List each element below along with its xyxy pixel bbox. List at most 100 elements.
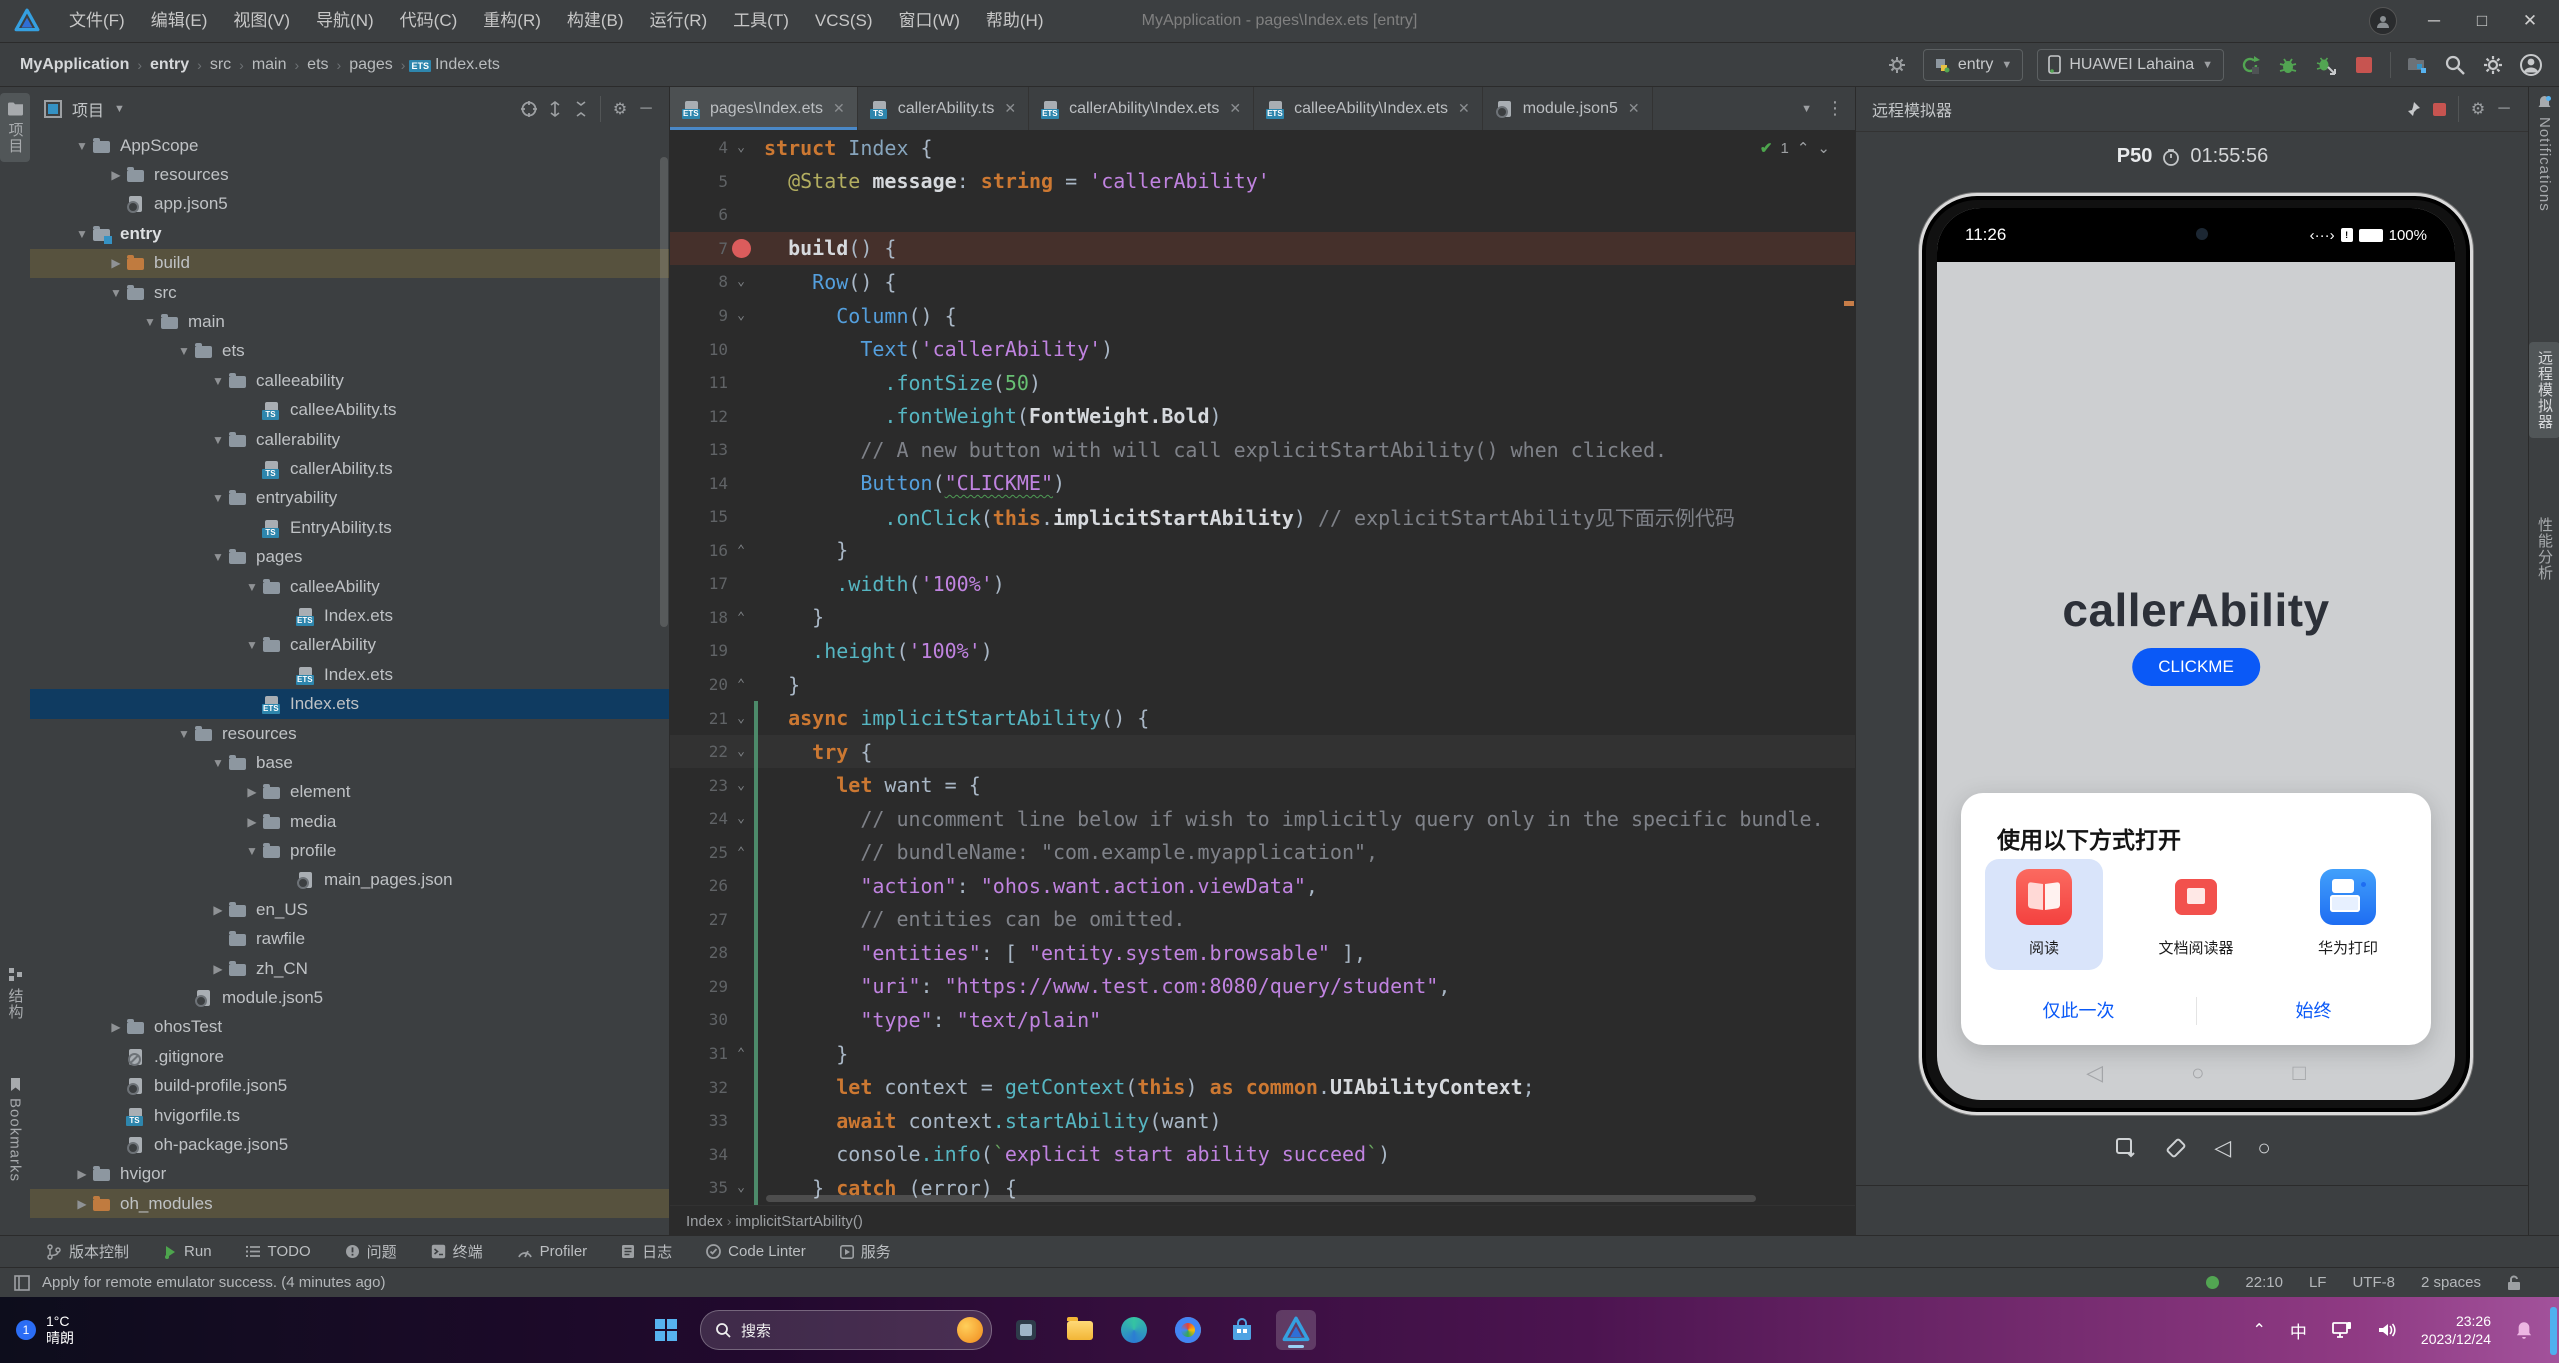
fold-toggle-icon[interactable]: ⌄ — [728, 744, 754, 759]
taskbar-app-store[interactable] — [1222, 1310, 1262, 1350]
tree-row[interactable]: ETSIndex.ets — [30, 660, 669, 689]
tree-row[interactable]: ▼main — [30, 307, 669, 336]
taskbar-app-taskview[interactable] — [1006, 1310, 1046, 1350]
layout-toggle-icon[interactable] — [14, 1275, 30, 1291]
fold-toggle-icon[interactable]: ⌄ — [728, 274, 754, 289]
prev-issue-chevron-icon[interactable]: ⌃ — [1797, 139, 1810, 157]
tool-button-list[interactable]: TODO — [246, 1243, 311, 1260]
device-selector[interactable]: HUAWEI Lahaina ▼ — [2037, 49, 2224, 81]
tree-row[interactable]: ▶media — [30, 807, 669, 836]
tree-row[interactable]: rawfile — [30, 925, 669, 954]
tool-tab-profiler[interactable]: 性能分析 — [2529, 517, 2559, 581]
code-line[interactable]: 12 .fontWeight(FontWeight.Bold) — [670, 399, 1856, 433]
breadcrumb-item[interactable]: main — [248, 54, 291, 76]
stop-button[interactable] — [2352, 53, 2376, 77]
code-line[interactable]: 25⌃ // bundleName: "com.example.myapplic… — [670, 835, 1856, 869]
inspection-widget[interactable]: ✔ 1 ⌃ ⌄ — [1760, 139, 1830, 157]
tool-button-gauge[interactable]: Profiler — [517, 1243, 588, 1260]
expand-all-icon[interactable] — [542, 96, 568, 122]
screenshot-icon[interactable] — [2114, 1136, 2138, 1160]
expanded-chevron-icon[interactable]: ▼ — [72, 139, 92, 153]
collapsed-chevron-icon[interactable]: ▶ — [106, 1020, 126, 1034]
module-selector[interactable]: entry ▼ — [1923, 49, 2023, 81]
close-button[interactable]: ✕ — [2519, 11, 2541, 31]
tree-row[interactable]: ETSIndex.ets — [30, 601, 669, 630]
start-button[interactable] — [646, 1310, 686, 1350]
tree-row[interactable]: ▶build — [30, 249, 669, 278]
code-line[interactable]: 9⌄ Column() { — [670, 299, 1856, 333]
taskbar-app-explorer[interactable] — [1060, 1310, 1100, 1350]
collapsed-chevron-icon[interactable]: ▶ — [72, 1197, 92, 1211]
pin-icon[interactable] — [2400, 96, 2426, 122]
tool-tab-project[interactable]: 项目 — [0, 93, 30, 162]
code-line[interactable]: 7⌄ build() { — [670, 232, 1856, 266]
tab-options-kebab-icon[interactable]: ⋮ — [1826, 98, 1844, 119]
tree-row[interactable]: ▼entryability — [30, 484, 669, 513]
tree-row[interactable]: ▼calleeability — [30, 366, 669, 395]
taskbar-app-browser[interactable] — [1168, 1310, 1208, 1350]
indent-setting[interactable]: 2 spaces — [2421, 1274, 2481, 1291]
nav-back-icon[interactable]: ◁ — [2086, 1060, 2103, 1086]
expanded-chevron-icon[interactable]: ▼ — [242, 580, 262, 594]
breakpoint-icon[interactable] — [732, 239, 751, 258]
code-line[interactable]: 15 .onClick(this.implicitStartAbility) /… — [670, 500, 1856, 534]
menu-item[interactable]: 帮助(H) — [973, 0, 1057, 42]
tree-row[interactable]: TSEntryAbility.ts — [30, 513, 669, 542]
tab-close-icon[interactable]: ✕ — [1004, 100, 1016, 117]
expanded-chevron-icon[interactable]: ▼ — [140, 315, 160, 329]
project-tree-scrollbar[interactable] — [660, 157, 668, 627]
menu-item[interactable]: 运行(R) — [637, 0, 721, 42]
tree-row[interactable]: ▼pages — [30, 542, 669, 571]
horizontal-scrollbar[interactable] — [766, 1195, 1756, 1202]
code-line[interactable]: 32 let context = getContext(this) as com… — [670, 1070, 1856, 1104]
fold-toggle-icon[interactable]: ⌄ — [728, 308, 754, 323]
expanded-chevron-icon[interactable]: ▼ — [208, 374, 228, 388]
profiler-tool-icon[interactable] — [2405, 53, 2429, 77]
tab-close-icon[interactable]: ✕ — [833, 100, 845, 117]
hide-emulator-icon[interactable]: ─ — [2491, 96, 2517, 122]
clickme-button[interactable]: CLICKME — [2132, 648, 2260, 686]
code-line[interactable]: 22⌄ try { — [670, 735, 1856, 769]
stop-emulator-icon[interactable] — [2426, 96, 2452, 122]
collapse-all-icon[interactable] — [568, 96, 594, 122]
device-settings-gear-icon[interactable] — [1885, 53, 1909, 77]
tab-close-icon[interactable]: ✕ — [1458, 100, 1470, 117]
tree-row[interactable]: TScalleeAbility.ts — [30, 396, 669, 425]
menu-item[interactable]: 视图(V) — [220, 0, 303, 42]
fold-toggle-icon[interactable]: ⌃ — [728, 677, 754, 692]
expanded-chevron-icon[interactable]: ▼ — [72, 227, 92, 241]
tool-button-terminal[interactable]: 终端 — [431, 1241, 483, 1262]
dialog-app-option[interactable]: 华为打印 — [2289, 859, 2407, 970]
hide-panel-icon[interactable]: ─ — [633, 96, 659, 122]
code-line[interactable]: 5 @State message: string = 'callerAbilit… — [670, 165, 1856, 199]
nav-home-icon[interactable]: ○ — [2191, 1060, 2204, 1086]
menu-item[interactable]: 编辑(E) — [138, 0, 221, 42]
expanded-chevron-icon[interactable]: ▼ — [208, 550, 228, 564]
collapsed-chevron-icon[interactable]: ▶ — [242, 785, 262, 799]
expanded-chevron-icon[interactable]: ▼ — [242, 638, 262, 652]
dialog-app-option[interactable]: 文档阅读器 — [2137, 859, 2255, 970]
expanded-chevron-icon[interactable]: ▼ — [242, 844, 262, 858]
tree-row[interactable]: TShvigorfile.ts — [30, 1101, 669, 1130]
tree-row[interactable]: build-profile.json5 — [30, 1072, 669, 1101]
tree-row[interactable]: .gitignore — [30, 1042, 669, 1071]
ime-indicator[interactable]: 中 — [2290, 1318, 2307, 1343]
tree-row[interactable]: ▶resources — [30, 160, 669, 189]
tree-row[interactable]: ▼AppScope — [30, 131, 669, 160]
tab-close-icon[interactable]: ✕ — [1628, 100, 1640, 117]
file-encoding[interactable]: UTF-8 — [2352, 1274, 2395, 1291]
phone-screen[interactable]: 11:26 ‹···› ! 100% callerAbility CLICKME… — [1937, 208, 2455, 1100]
collapsed-chevron-icon[interactable]: ▶ — [106, 168, 126, 182]
collapsed-chevron-icon[interactable]: ▶ — [208, 903, 228, 917]
settings-gear-icon[interactable] — [2481, 53, 2505, 77]
menu-item[interactable]: VCS(S) — [802, 0, 886, 42]
breadcrumb-item[interactable]: Index.ets — [431, 54, 504, 76]
collapsed-chevron-icon[interactable]: ▶ — [208, 962, 228, 976]
fold-toggle-icon[interactable]: ⌃ — [728, 543, 754, 558]
breadcrumb-item[interactable]: MyApplication — [16, 54, 133, 76]
just-once-button[interactable]: 仅此一次 — [1961, 997, 2196, 1023]
fold-toggle-icon[interactable]: ⌃ — [728, 1046, 754, 1061]
expanded-chevron-icon[interactable]: ▼ — [208, 756, 228, 770]
code-line[interactable]: 16⌃ } — [670, 534, 1856, 568]
maximize-button[interactable]: □ — [2471, 11, 2493, 31]
